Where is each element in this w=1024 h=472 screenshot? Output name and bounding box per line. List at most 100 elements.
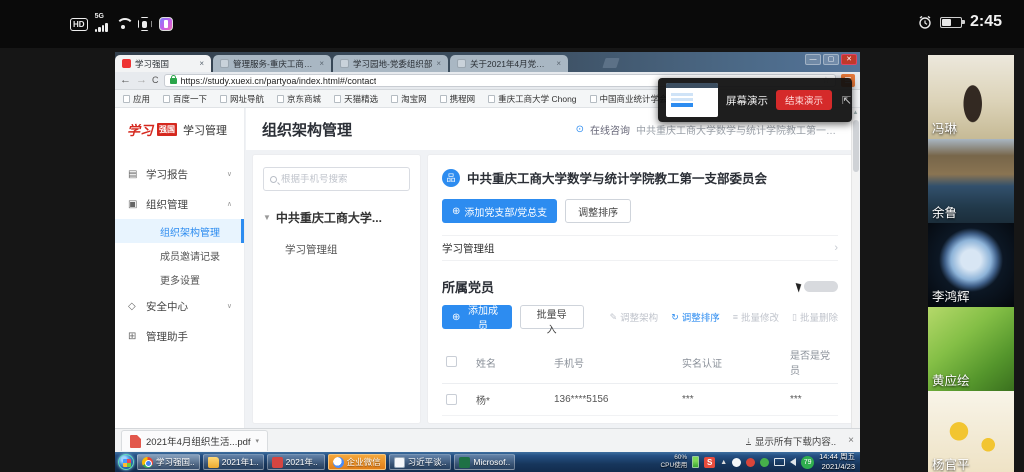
sidebar-item-label: 组织架构管理 xyxy=(160,224,220,239)
phone-screen: HD 5G 2:45 学习强国 xyxy=(0,0,1024,472)
member-action-link[interactable]: 调整排序 xyxy=(671,310,720,324)
sidebar-menu: 学习报告 ∨ 组织管理 ∧ 组织架构管理 xyxy=(115,159,244,351)
show-all-downloads-link[interactable]: ↓ 显示所有下载内容.. xyxy=(746,434,836,448)
row-checkbox[interactable] xyxy=(446,394,457,405)
tab-close-icon[interactable]: × xyxy=(556,59,561,68)
forward-button[interactable]: → xyxy=(136,75,147,86)
bookmark-item[interactable]: 天猫精选 xyxy=(334,93,378,105)
bookmark-item[interactable]: 网址导航 xyxy=(220,93,264,105)
browser-tab[interactable]: 关于2021年4月党的组织.. × xyxy=(450,55,568,72)
tray-red-app-icon[interactable] xyxy=(746,458,755,467)
browser-tab[interactable]: 管理服务-重庆工商大学 × xyxy=(213,55,331,72)
download-icon: ↓ xyxy=(746,436,751,445)
taskbar-item-icon xyxy=(459,457,470,468)
maximize-button[interactable]: ▢ xyxy=(823,54,839,65)
end-share-button[interactable]: 结束演示 xyxy=(776,90,832,110)
back-button[interactable]: ← xyxy=(120,75,131,86)
tab-close-icon[interactable]: × xyxy=(319,59,324,68)
cell-party: *** xyxy=(786,416,838,424)
online-help-link[interactable]: 在线咨询 xyxy=(590,122,630,137)
start-button[interactable] xyxy=(118,454,134,470)
notification-bell-icon[interactable] xyxy=(732,458,741,467)
hd-icon: HD xyxy=(70,18,88,31)
bookmark-item[interactable]: 京东商城 xyxy=(277,93,321,105)
sidebar-item[interactable]: 组织架构管理 xyxy=(115,219,244,243)
bookmark-item[interactable]: 淘宝网 xyxy=(391,93,427,105)
action-link-label: 批量修改 xyxy=(741,310,779,324)
network-monitor-icon[interactable] xyxy=(774,458,785,466)
minimize-button[interactable]: — xyxy=(805,54,821,65)
page-scrollbar[interactable]: ▲ xyxy=(851,108,859,428)
action-link-label: 调整排序 xyxy=(682,310,720,324)
member-action-link[interactable]: 调整架构 xyxy=(610,310,659,324)
bookmark-favicon-icon xyxy=(590,95,597,103)
adjust-order-button[interactable]: 调整排序 xyxy=(565,199,631,223)
tab-close-icon[interactable]: × xyxy=(199,59,204,68)
bookmark-label: 百度一下 xyxy=(173,93,207,105)
file-menu-caret-icon[interactable]: ▾ xyxy=(256,437,260,445)
reload-button[interactable]: C xyxy=(152,76,159,85)
url-text: https://study.xuexi.cn/partyoa/index.htm… xyxy=(181,76,377,86)
bookmark-item[interactable]: 携程网 xyxy=(440,93,476,105)
taskbar-item-label: 2021年.. xyxy=(286,456,318,468)
group-row[interactable]: 学习管理组 › xyxy=(442,235,838,261)
sidebar-item[interactable]: 组织管理 ∧ xyxy=(115,189,244,219)
sidebar-item[interactable]: 更多设置 xyxy=(115,267,244,291)
close-button[interactable]: ✕ xyxy=(841,54,857,65)
taskbar-item[interactable]: 习近平谈.. xyxy=(389,454,452,470)
tab-close-icon[interactable]: × xyxy=(436,59,441,68)
participant-video-tile[interactable]: 黄应绘 xyxy=(928,307,1014,391)
sidebar-item[interactable]: 学习报告 ∨ xyxy=(115,159,244,189)
taskbar-item-label: 学习强国.. xyxy=(156,456,195,468)
taskbar-item[interactable]: 学习强国.. xyxy=(137,454,200,470)
group-row-label: 学习管理组 xyxy=(442,241,495,256)
org-chart-icon: 品 xyxy=(442,169,460,187)
download-bar-close-icon[interactable]: × xyxy=(848,435,854,446)
bookmark-item[interactable]: 百度一下 xyxy=(163,93,207,105)
participant-video-tile[interactable]: 余鲁 xyxy=(928,139,1014,223)
bookmark-favicon-icon xyxy=(334,95,341,103)
health-score-badge[interactable]: 79 xyxy=(801,456,814,469)
participant-video-tile[interactable]: 李鸿辉 xyxy=(928,223,1014,307)
member-action-link[interactable]: 批量修改 xyxy=(733,310,779,324)
bookmark-label: 天猫精选 xyxy=(344,93,378,105)
sidebar-item[interactable]: 成员邀请记录 xyxy=(115,243,244,267)
tree-caret-icon[interactable]: ▼ xyxy=(263,213,271,222)
sidebar-item[interactable]: 安全中心 ∨ xyxy=(115,291,244,321)
expand-overlay-icon[interactable]: ⇱ xyxy=(842,94,851,107)
taskbar-item[interactable]: 2021年.. xyxy=(267,454,325,470)
taskbar-item[interactable]: 企业微信 xyxy=(328,454,386,470)
batch-import-button[interactable]: 批量导入 xyxy=(520,305,584,329)
add-branch-button[interactable]: ⊕添加党支部/党总支 xyxy=(442,199,557,223)
notification-app-icon xyxy=(159,17,173,31)
bookmark-item[interactable]: 中国商业统计学会 xyxy=(590,93,668,105)
tray-expand-icon[interactable]: ▲ xyxy=(720,459,727,466)
bookmark-favicon-icon xyxy=(123,95,130,103)
sogou-input-icon[interactable]: S xyxy=(704,457,715,468)
tray-green-app-icon[interactable] xyxy=(760,458,769,467)
tree-root-node[interactable]: ▼ 中共重庆工商大学... xyxy=(263,209,410,226)
presenter-cursor xyxy=(797,281,838,292)
taskbar-item-icon xyxy=(142,457,153,468)
scroll-up-icon[interactable]: ▲ xyxy=(852,108,859,118)
chevron-right-icon: › xyxy=(834,242,838,254)
speaker-icon[interactable] xyxy=(790,458,796,466)
taskbar-item[interactable]: Microsof.. xyxy=(454,454,515,470)
downloaded-file-chip[interactable]: 2021年4月组织生活...pdf ▾ xyxy=(121,430,268,451)
browser-tab[interactable]: 学习园地-党委组织部 × xyxy=(333,55,448,72)
bookmark-item[interactable]: 重庆工商大学 Chong xyxy=(488,93,576,105)
taskbar-clock[interactable]: 14:44 周五 2021/4/23 xyxy=(819,452,857,472)
search-input[interactable] xyxy=(281,174,403,185)
taskbar-item[interactable]: 2021年1.. xyxy=(203,454,264,470)
participant-video-tile[interactable]: 杨官平 xyxy=(928,391,1014,472)
sidebar-item[interactable]: 管理助手 xyxy=(115,321,244,351)
tree-child-node[interactable]: 学习管理组 xyxy=(285,242,410,257)
add-member-button[interactable]: ⊕添加成员 xyxy=(442,305,512,329)
phone-search-box[interactable] xyxy=(263,167,410,191)
scrollbar-thumb[interactable] xyxy=(853,120,859,172)
bookmark-item[interactable]: 应用 xyxy=(123,93,150,105)
member-action-link[interactable]: 批量删除 xyxy=(792,310,838,324)
select-all-checkbox[interactable] xyxy=(446,356,457,367)
participant-video-tile[interactable]: 冯琳 xyxy=(928,55,1014,139)
browser-tab[interactable]: 学习强国 × xyxy=(115,55,211,72)
